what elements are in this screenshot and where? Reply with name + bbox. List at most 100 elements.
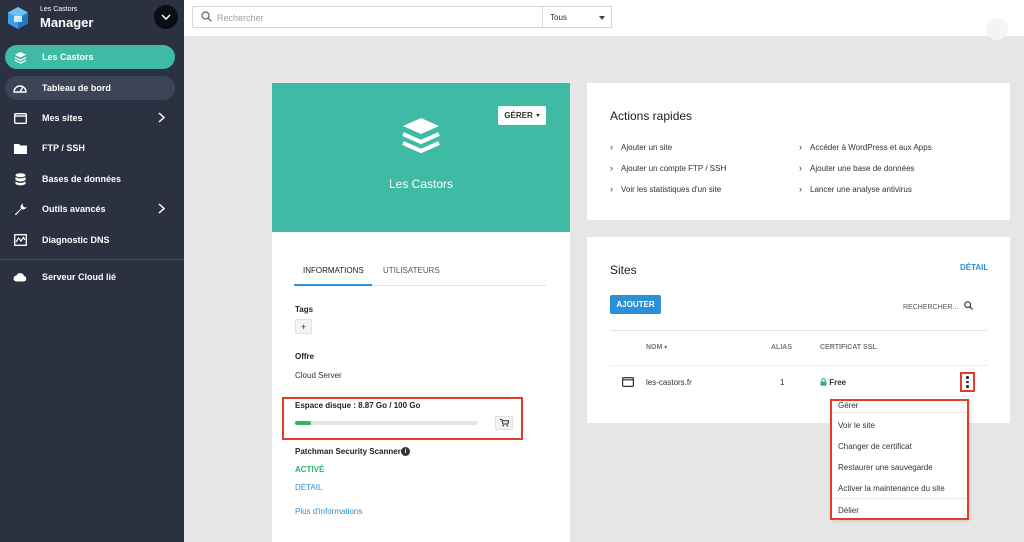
action-link[interactable]: › Voir les statistiques d'un site — [610, 184, 721, 194]
sites-detail-link[interactable]: DÉTAIL — [960, 263, 988, 272]
dashboard-icon — [13, 81, 27, 95]
sidebar-item-mes-sites[interactable]: Mes sites — [5, 106, 175, 130]
column-label: NOM — [646, 344, 663, 351]
chevron-right-icon: › — [610, 163, 613, 173]
sidebar-item-ftp-ssh[interactable]: FTP / SSH — [5, 136, 175, 160]
dot-icon — [966, 385, 969, 388]
quick-actions-title: Actions rapides — [610, 109, 693, 123]
action-label: Voir les statistiques d'un site — [621, 184, 722, 194]
server-tabs: INFORMATIONS UTILISATEURS — [294, 262, 546, 286]
manage-label: GÉRER — [504, 111, 533, 120]
sidebar-divider — [0, 259, 184, 260]
action-label: Ajouter un site — [621, 142, 673, 152]
chevron-right-icon — [158, 203, 165, 214]
action-link[interactable]: › Ajouter une base de données — [799, 163, 915, 173]
layers-icon — [402, 118, 440, 154]
sidebar-item-serveur-cloud[interactable]: Serveur Cloud lié — [5, 265, 175, 289]
scanner-status: ACTIVÉ — [295, 465, 325, 474]
info-icon[interactable]: i — [401, 447, 410, 456]
chevron-right-icon: › — [610, 142, 613, 152]
brand-big: Manager — [40, 15, 94, 30]
column-header-ssl: CERTIFICAT SSL — [820, 344, 877, 351]
cloud-icon — [13, 270, 27, 284]
tab-utilisateurs[interactable]: UTILISATEURS — [383, 266, 440, 275]
action-link[interactable]: › Ajouter un compte FTP / SSH — [610, 163, 726, 173]
tab-informations[interactable]: INFORMATIONS — [303, 266, 364, 275]
sidebar-item-label: Serveur Cloud lié — [42, 272, 117, 282]
sidebar-item-tableau-de-bord[interactable]: Tableau de bord — [5, 76, 175, 100]
dns-icon — [13, 233, 27, 247]
sites-card: Sites DÉTAIL AJOUTER RECHERCHER... NOM ▾… — [587, 237, 1010, 423]
server-name: Les Castors — [388, 177, 454, 191]
sidebar-item-label: Bases de données — [42, 174, 122, 184]
layers-icon — [13, 50, 27, 64]
action-link[interactable]: › Accéder à WordPress et aux Apps — [799, 142, 932, 152]
sidebar-item-label: Outils avancés — [42, 204, 106, 214]
column-header-alias: ALIAS — [771, 344, 792, 351]
folder-icon — [13, 141, 27, 155]
sites-search-label: RECHERCHER... — [903, 304, 959, 311]
database-icon — [13, 172, 27, 186]
table-divider — [610, 330, 987, 331]
manage-button[interactable]: GÉRER — [498, 106, 546, 125]
ssl-status: Free — [820, 378, 846, 387]
offer-value: Cloud Server — [295, 371, 342, 380]
dot-icon — [966, 376, 969, 379]
action-link[interactable]: › Lancer une analyse antivirus — [799, 184, 912, 194]
sidebar-item-outils-avances[interactable]: Outils avancés — [5, 197, 175, 221]
column-header-name[interactable]: NOM ▾ — [646, 344, 667, 351]
sidebar-item-label: Diagnostic DNS — [42, 235, 110, 245]
search-filter-select[interactable]: Tous — [542, 6, 612, 28]
action-link[interactable]: › Ajouter un site — [610, 142, 672, 152]
server-card: Les Castors GÉRER INFORMATIONS UTILISATE… — [272, 83, 570, 542]
quick-actions-card: Actions rapides › Ajouter un site › Ajoute… — [587, 83, 1010, 220]
action-label: Lancer une analyse antivirus — [810, 184, 912, 194]
user-avatar[interactable] — [986, 18, 1008, 40]
search-icon — [964, 301, 974, 310]
browser-window-icon — [622, 377, 634, 387]
offer-label: Offre — [295, 352, 315, 361]
logo-icon — [8, 7, 28, 29]
sidebar-item-bases-de-donnees[interactable]: Bases de données — [5, 167, 175, 191]
collapse-toggle[interactable] — [154, 5, 178, 29]
brand-small: Les Castors — [40, 6, 78, 13]
active-tab-indicator — [294, 284, 372, 286]
filter-value: Tous — [550, 13, 567, 22]
action-label: Accéder à WordPress et aux Apps — [810, 142, 932, 152]
add-site-button[interactable]: AJOUTER — [610, 295, 661, 314]
sidebar-item-label: FTP / SSH — [42, 143, 85, 153]
site-name-link[interactable]: les-castors.fr — [646, 378, 692, 387]
scanner-detail-link[interactable]: DÉTAIL — [295, 483, 322, 492]
row-actions-menu-button[interactable] — [960, 372, 975, 392]
sidebar-item-label: Tableau de bord — [42, 83, 111, 93]
chevron-right-icon — [158, 112, 165, 123]
disk-highlight-box — [282, 397, 523, 440]
chevron-right-icon: › — [799, 184, 802, 194]
chevron-right-icon: › — [610, 184, 613, 194]
scanner-label: Patchman Security Scanner — [295, 447, 401, 456]
sort-caret-icon: ▾ — [664, 345, 668, 351]
server-header: Les Castors GÉRER — [272, 83, 570, 232]
sidebar-item-les-castors[interactable]: Les Castors — [5, 45, 175, 69]
sites-search[interactable]: RECHERCHER... — [903, 301, 974, 311]
sites-title: Sites — [610, 263, 637, 277]
chevron-down-icon — [161, 14, 171, 20]
sidebar-item-label: Les Castors — [42, 52, 94, 62]
chevron-right-icon: › — [799, 142, 802, 152]
more-info-link[interactable]: Plus d'informations — [295, 507, 362, 516]
action-label: Ajouter une base de données — [810, 163, 915, 173]
caret-down-icon — [535, 114, 540, 117]
search-placeholder: Rechercher — [217, 13, 264, 23]
site-alias-count: 1 — [780, 378, 785, 387]
add-tag-button[interactable]: + — [295, 319, 312, 334]
tags-label: Tags — [295, 305, 314, 314]
monitor-icon — [13, 111, 27, 125]
sidebar: Les Castors Manager Les Castors Tableau … — [0, 0, 184, 542]
menu-highlight-box — [830, 399, 969, 520]
chevron-right-icon: › — [799, 163, 802, 173]
sidebar-item-label: Mes sites — [42, 113, 83, 123]
sidebar-item-diagnostic-dns[interactable]: Diagnostic DNS — [5, 228, 175, 252]
action-label: Ajouter un compte FTP / SSH — [621, 163, 727, 173]
dot-icon — [966, 380, 969, 384]
search-icon — [201, 11, 212, 22]
